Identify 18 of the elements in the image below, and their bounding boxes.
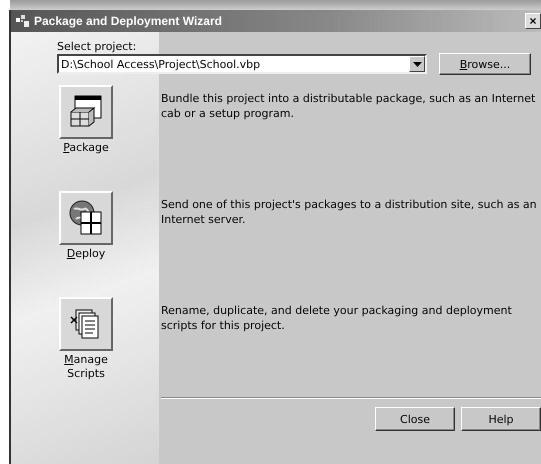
field-label: Select project: xyxy=(57,40,136,53)
package-button[interactable] xyxy=(59,85,113,139)
window-title: Package and Deployment Wizard xyxy=(34,14,222,28)
action-description: Rename, duplicate, and delete your packaging and deployment scripts for this project. xyxy=(161,303,513,334)
globe-grid-icon xyxy=(68,199,104,237)
dialog-button[interactable]: Close xyxy=(375,407,455,431)
close-button[interactable]: × xyxy=(525,13,541,29)
scripts-button[interactable] xyxy=(59,297,113,351)
dialog-button[interactable]: Help xyxy=(461,407,541,431)
app-icon xyxy=(15,13,31,29)
project-dropdown[interactable]: D:\School Access\Project\School.vbp xyxy=(57,54,427,74)
action-label: Deploy xyxy=(66,247,106,261)
deploy-button[interactable] xyxy=(59,191,113,245)
action-description: Bundle this project into a distributable package, such as an Internet cab or a setup program. xyxy=(161,91,536,122)
action-label: Package xyxy=(62,141,110,155)
action-description: Send one of this project's packages to a distribution site, such as an Internet server. xyxy=(161,197,538,228)
browse-button[interactable]: Browse... xyxy=(439,53,531,75)
action-label: Manage Scripts xyxy=(63,353,109,381)
